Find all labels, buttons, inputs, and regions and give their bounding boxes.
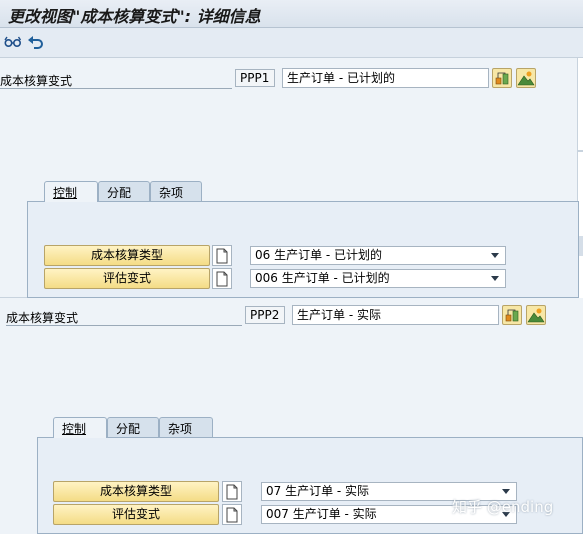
tab-content-control: 成本核算类型 07 生产订单 - 实际 评估变式 007 生产订单 - 实际 [37,437,583,534]
tab-control[interactable]: 控制 [44,181,98,202]
glasses-icon[interactable] [4,34,22,50]
variant-label: 成本核算变式 [6,311,79,325]
edge-line [578,150,583,152]
tab-content-control: 成本核算类型 06 生产订单 - 已计划的 评估变式 006 生产订单 - 已计… [27,201,579,298]
valuation-variant-button[interactable]: 评估变式 [44,268,210,289]
undo-icon[interactable] [27,34,45,50]
document-icon[interactable] [222,481,242,502]
chevron-down-icon [491,253,499,258]
costing-type-value: 06 生产订单 - 已计划的 [255,248,383,262]
window-title: 更改视图"成本核算变式": 详细信息 [8,7,261,26]
toolbar [0,28,583,58]
variant-description-input[interactable]: 生产订单 - 实际 [292,305,499,325]
variant-code[interactable]: PPP2 [245,306,285,324]
costing-type-button[interactable]: 成本核算类型 [44,245,210,266]
tab-assignment[interactable]: 分配 [107,417,159,437]
hierarchy-icon[interactable] [492,68,512,88]
label-underline [6,325,242,326]
costing-type-select[interactable]: 06 生产订单 - 已计划的 [250,246,506,265]
mountain-icon[interactable] [516,68,536,88]
tab-misc[interactable]: 杂项 [159,417,213,437]
tab-misc[interactable]: 杂项 [150,181,202,201]
watermark: 知乎 @ending [452,498,554,516]
document-icon[interactable] [222,504,242,525]
document-icon[interactable] [212,245,232,266]
variant-panel-ppp1: 成本核算变式 PPP1 生产订单 - 已计划的 控制 分配 杂项 成本核算类型 … [0,58,579,298]
tab-strip: 控制 分配 杂项 [53,417,223,438]
variant-label: 成本核算变式 [0,74,73,88]
title-bar: 更改视图"成本核算变式": 详细信息 [0,0,583,28]
costing-type-value: 07 生产订单 - 实际 [266,484,370,498]
costing-type-button[interactable]: 成本核算类型 [53,481,219,502]
mountain-icon[interactable] [526,305,546,325]
tab-assignment[interactable]: 分配 [98,181,150,201]
variant-code[interactable]: PPP1 [235,69,275,87]
valuation-variant-value: 006 生产订单 - 已计划的 [255,271,390,285]
document-icon[interactable] [212,268,232,289]
chevron-down-icon [491,276,499,281]
valuation-variant-button[interactable]: 评估变式 [53,504,219,525]
valuation-variant-value: 007 生产订单 - 实际 [266,507,377,521]
label-underline [0,88,232,89]
variant-description-input[interactable]: 生产订单 - 已计划的 [282,68,489,88]
tab-strip: 控制 分配 杂项 [44,181,214,202]
valuation-variant-select[interactable]: 006 生产订单 - 已计划的 [250,269,506,288]
chevron-down-icon [502,489,510,494]
hierarchy-icon[interactable] [502,305,522,325]
tab-control[interactable]: 控制 [53,417,107,438]
